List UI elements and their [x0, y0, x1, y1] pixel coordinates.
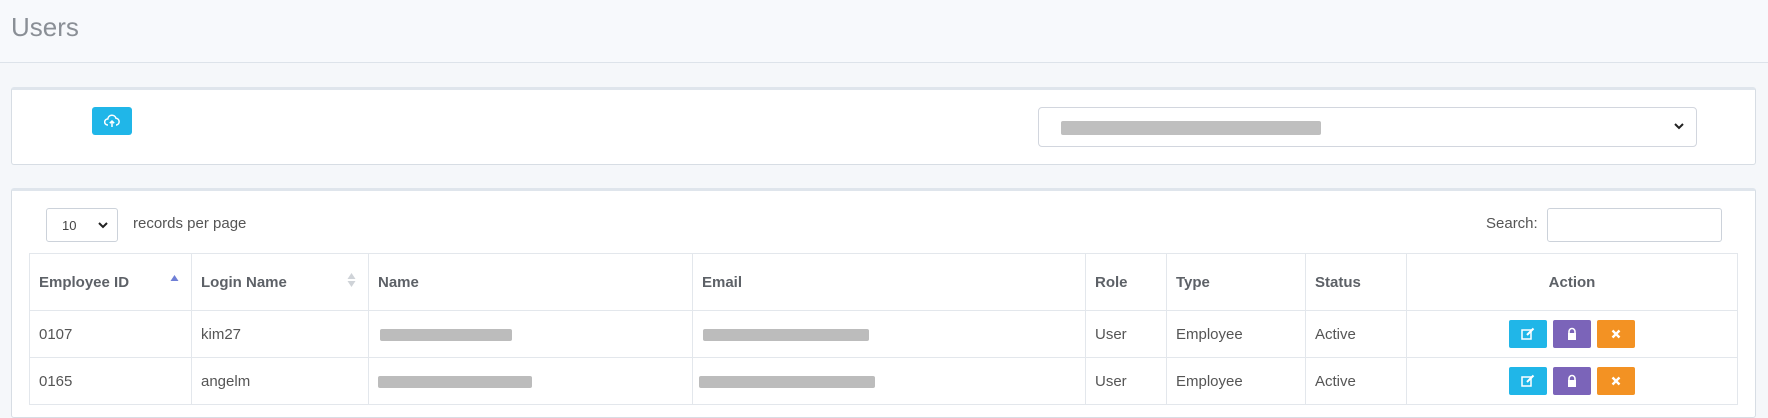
page-length-label: records per page [133, 215, 247, 232]
table-header-row: Employee ID Login Name Name Email Role T… [29, 253, 1738, 311]
chevron-down-icon [98, 222, 108, 229]
table-row: 0107 kim27 User Employee Active [29, 310, 1738, 358]
cell-status: Active [1305, 357, 1407, 405]
cell-employee-id: 0165 [29, 357, 192, 405]
cloud-upload-icon [104, 114, 120, 127]
cell-action [1406, 310, 1738, 358]
column-header-name[interactable]: Name [368, 253, 693, 311]
column-header-status[interactable]: Status [1305, 253, 1407, 311]
close-icon [1611, 376, 1621, 386]
cell-name [368, 357, 693, 405]
organization-select-value-obscured [1061, 121, 1321, 135]
email-obscured [703, 328, 869, 341]
table-row: 0165 angelm User Employee Active [29, 357, 1738, 405]
delete-button[interactable] [1597, 320, 1635, 348]
column-header-role[interactable]: Role [1085, 253, 1167, 311]
lock-icon [1568, 327, 1576, 340]
organization-select[interactable] [1038, 107, 1697, 147]
search-input[interactable] [1547, 208, 1722, 242]
edit-button[interactable] [1509, 320, 1547, 348]
cell-type: Employee [1166, 310, 1306, 358]
cell-action [1406, 357, 1738, 405]
users-table: Employee ID Login Name Name Email Role T… [29, 253, 1738, 405]
edit-button[interactable] [1509, 367, 1547, 395]
column-header-email[interactable]: Email [692, 253, 1086, 311]
cell-employee-id: 0107 [29, 310, 192, 358]
page-length-value: 10 [62, 218, 77, 233]
lock-button[interactable] [1553, 320, 1591, 348]
page-title: Users [11, 12, 79, 42]
name-obscured [378, 375, 532, 388]
page-header: Users [0, 0, 1768, 63]
cell-login-name: angelm [191, 357, 369, 405]
column-header-employee-id[interactable]: Employee ID [29, 253, 192, 311]
users-table-panel: 10 records per page Search: Employee ID … [11, 188, 1756, 418]
edit-icon [1521, 374, 1535, 387]
sort-icon [347, 273, 356, 287]
column-header-action: Action [1406, 253, 1738, 311]
email-obscured [699, 375, 875, 388]
cell-type: Employee [1166, 357, 1306, 405]
cell-email [692, 310, 1086, 358]
cell-role: User [1085, 310, 1167, 358]
column-header-type[interactable]: Type [1166, 253, 1306, 311]
cell-login-name: kim27 [191, 310, 369, 358]
lock-icon [1568, 374, 1576, 387]
sort-ascending-icon [170, 275, 179, 281]
cell-status: Active [1305, 310, 1407, 358]
cell-name [368, 310, 693, 358]
edit-icon [1521, 327, 1535, 340]
lock-button[interactable] [1553, 367, 1591, 395]
delete-button[interactable] [1597, 367, 1635, 395]
cell-email [692, 357, 1086, 405]
chevron-down-icon [1674, 123, 1684, 130]
close-icon [1611, 329, 1621, 339]
toolbar-panel [11, 87, 1756, 165]
cell-role: User [1085, 357, 1167, 405]
page-length-select[interactable]: 10 [46, 208, 118, 242]
name-obscured [380, 328, 512, 341]
search-label: Search: [1486, 215, 1538, 232]
column-header-login-name[interactable]: Login Name [191, 253, 369, 311]
upload-button[interactable] [92, 107, 132, 135]
